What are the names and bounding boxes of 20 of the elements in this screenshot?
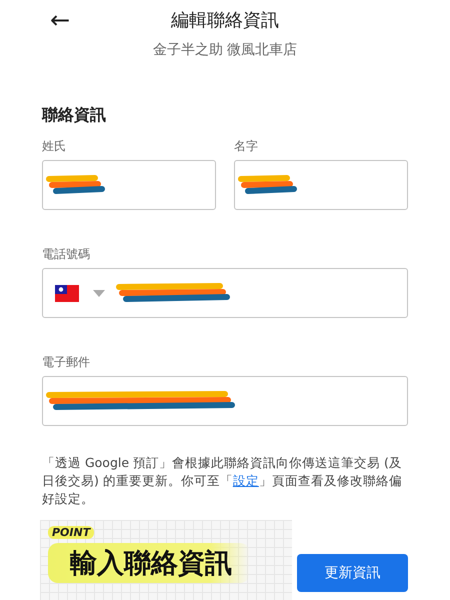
field-label: 姓氏	[42, 138, 67, 155]
back-button[interactable]: ←	[46, 8, 74, 32]
field-label: 電子郵件	[42, 354, 91, 371]
page-title: 編輯聯絡資訊	[170, 8, 280, 32]
email-field[interactable]	[42, 376, 408, 426]
restaurant-name: 金子半之助 微風北車店	[152, 41, 298, 59]
update-button[interactable]: 更新資訊	[297, 554, 408, 592]
phone-field[interactable]	[42, 268, 408, 318]
redaction-scribble	[45, 174, 107, 196]
notice-text: 「透過 Google 預訂」會根據此聯絡資訊向你傳送這筆交易 (及日後交易) 的重要更新。你可至「設定」頁面查看及修改聯絡偏好設定。	[42, 454, 403, 508]
section-heading: 聯絡資訊	[42, 105, 107, 126]
field-label: 名字	[234, 138, 259, 155]
sticker-text: 輸入聯絡資訊	[48, 543, 250, 583]
sticker-tag: POINT	[48, 526, 94, 539]
input-field[interactable]	[42, 160, 216, 210]
redaction-scribble	[237, 174, 299, 196]
field-label: 電話號碼	[42, 246, 91, 263]
settings-link[interactable]: 設定	[232, 473, 259, 488]
input-field[interactable]	[234, 160, 408, 210]
flag-icon	[55, 284, 79, 302]
